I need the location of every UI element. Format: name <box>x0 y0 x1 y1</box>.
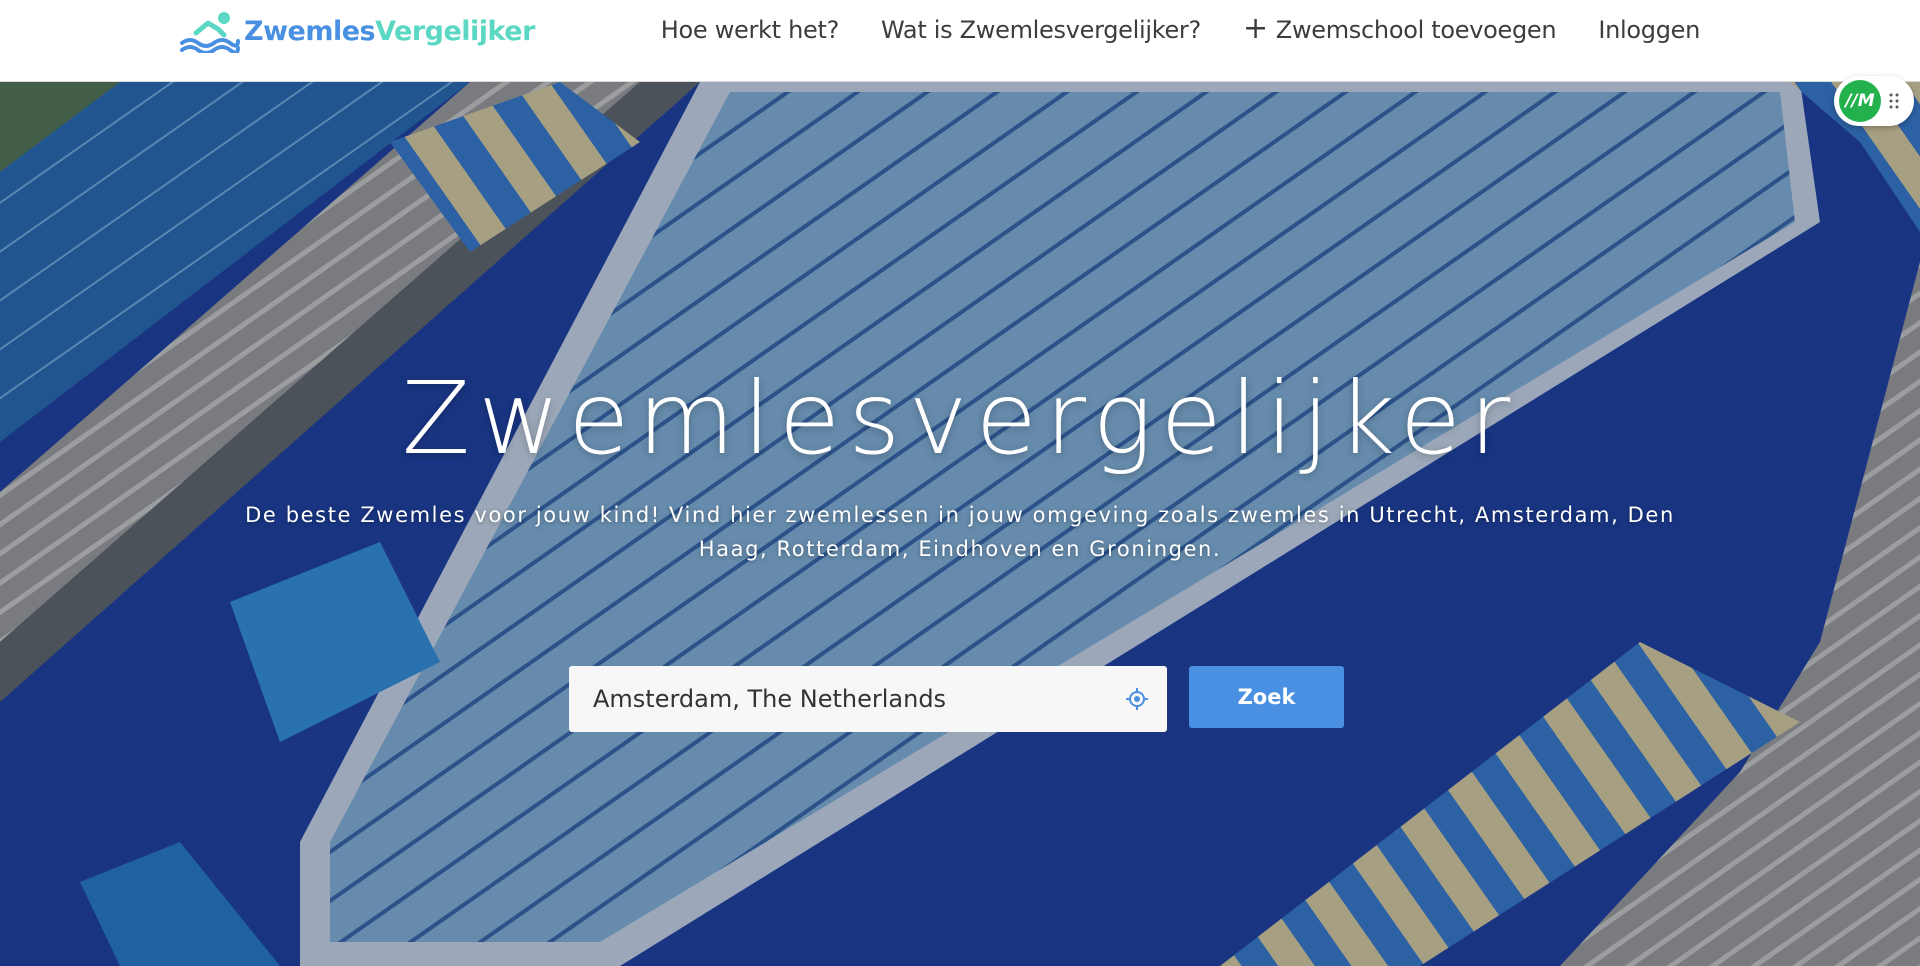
drag-grip-icon[interactable] <box>1889 93 1899 109</box>
hero-subtitle-line1: De beste Zwemles voor jouw kind! Vind hi… <box>245 503 1675 527</box>
nav-what-is[interactable]: Wat is Zwemlesvergelijker? <box>881 16 1201 44</box>
hero-subtitle: De beste Zwemles voor jouw kind! Vind hi… <box>200 498 1720 566</box>
widget-badge[interactable]: //M <box>1839 80 1881 122</box>
hero-subtitle-line2: Haag, Rotterdam, Eindhoven en Groningen. <box>698 537 1222 561</box>
hero-section: Zwemlesvergelijker De beste Zwemles voor… <box>0 82 1920 966</box>
location-search-input[interactable] <box>569 666 1167 732</box>
site-header: ZwemlesVergelijker Hoe werkt het? Wat is… <box>0 0 1920 82</box>
logo-text-part2: Vergelijker <box>375 15 535 47</box>
logo-text: ZwemlesVergelijker <box>244 16 535 47</box>
nav-add-school-label: Zwemschool toevoegen <box>1275 16 1557 44</box>
search-box <box>569 666 1167 732</box>
search-button[interactable]: Zoek <box>1189 666 1344 728</box>
nav-how-it-works[interactable]: Hoe werkt het? <box>661 16 840 44</box>
plus-icon: + <box>1242 10 1268 46</box>
nav-add-school[interactable]: + Zwemschool toevoegen <box>1242 10 1557 46</box>
main-nav: Hoe werkt het? Wat is Zwemlesvergelijker… <box>661 0 1701 60</box>
search-form: Zoek <box>569 666 1344 732</box>
hero-title: Zwemlesvergelijker <box>401 360 1519 477</box>
swimmer-logo-icon <box>180 12 240 53</box>
floating-widget[interactable]: //M <box>1834 76 1914 126</box>
nav-login[interactable]: Inloggen <box>1598 16 1700 44</box>
logo-text-part1: Zwemles <box>244 15 376 47</box>
locate-icon[interactable] <box>1125 687 1149 711</box>
site-logo[interactable]: ZwemlesVergelijker <box>178 9 535 53</box>
